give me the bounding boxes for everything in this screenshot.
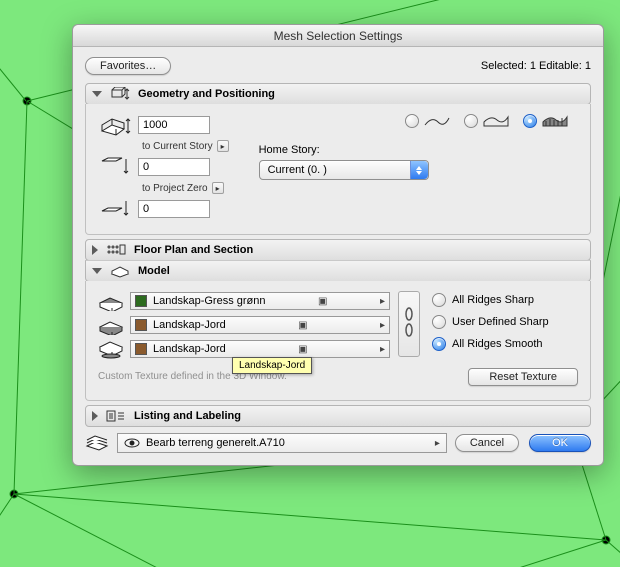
material-side-swatch bbox=[135, 319, 147, 331]
chain-icon bbox=[403, 304, 415, 344]
window-title: Mesh Selection Settings bbox=[73, 25, 603, 47]
layer-picker[interactable]: Bearb terreng generelt.A710 ▸ bbox=[117, 433, 447, 453]
material-top-name: Landskap-Gress grønn bbox=[153, 295, 266, 307]
mesh-height-input[interactable] bbox=[138, 116, 210, 134]
home-story-label: Home Story: bbox=[259, 144, 578, 156]
geometry-icon bbox=[110, 87, 130, 101]
section-listing-header[interactable]: Listing and Labeling bbox=[85, 405, 591, 427]
material-top-swatch bbox=[135, 295, 147, 307]
mesh-type-surface[interactable] bbox=[405, 114, 450, 128]
material-link-icon: ▣ bbox=[298, 344, 307, 355]
material-side-picker[interactable]: Landskap-Jord ▣ ▸ bbox=[130, 316, 390, 334]
to-project-zero-input[interactable] bbox=[138, 200, 210, 218]
ok-button[interactable]: OK bbox=[529, 434, 591, 452]
ridges-user-option[interactable]: User Defined Sharp bbox=[432, 315, 578, 329]
to-current-story-input[interactable] bbox=[138, 158, 210, 176]
section-geometry-title: Geometry and Positioning bbox=[138, 88, 275, 100]
layer-name: Bearb terreng generelt.A710 bbox=[146, 437, 285, 449]
material-row-bottom: Landskap-Jord ▣ ▸ bbox=[98, 339, 390, 359]
section-listing-title: Listing and Labeling bbox=[134, 410, 241, 422]
chevron-right-icon: ▸ bbox=[380, 344, 385, 355]
chevron-right-icon: ▸ bbox=[380, 296, 385, 307]
favorites-button[interactable]: Favorites… bbox=[85, 57, 171, 75]
floorplan-icon bbox=[106, 243, 126, 257]
material-bottom-picker[interactable]: Landskap-Jord ▣ ▸ bbox=[130, 340, 390, 358]
material-top-picker[interactable]: Landskap-Gress grønn ▣ ▸ bbox=[130, 292, 390, 310]
listing-icon bbox=[106, 409, 126, 423]
project-zero-popup-icon[interactable]: ▸ bbox=[212, 182, 224, 194]
bottom-row: Bearb terreng generelt.A710 ▸ Cancel OK bbox=[85, 433, 591, 453]
ridges-sharp-label: All Ridges Sharp bbox=[452, 294, 534, 306]
material-row-side: Landskap-Jord ▣ ▸ bbox=[98, 315, 390, 335]
model-icon bbox=[110, 264, 130, 278]
material-bottom-face-icon bbox=[98, 339, 124, 359]
material-side-name: Landskap-Jord bbox=[153, 319, 226, 331]
material-bottom-swatch bbox=[135, 343, 147, 355]
to-current-story-label: to Current Story bbox=[142, 141, 213, 152]
ridges-group: All Ridges Sharp User Defined Sharp All … bbox=[428, 291, 578, 351]
home-story-value: Current (0. ) bbox=[268, 164, 327, 176]
reset-texture-button[interactable]: Reset Texture bbox=[468, 368, 578, 386]
story-link-popup-icon[interactable]: ▸ bbox=[217, 140, 229, 152]
chevron-right-icon: ▸ bbox=[435, 438, 440, 449]
material-tooltip: Landskap-Jord bbox=[232, 357, 312, 374]
section-model-title: Model bbox=[138, 265, 170, 277]
material-bottom-name: Landskap-Jord bbox=[153, 343, 226, 355]
selection-status: Selected: 1 Editable: 1 bbox=[481, 60, 591, 72]
ridges-smooth-label: All Ridges Smooth bbox=[452, 338, 543, 350]
ridges-user-label: User Defined Sharp bbox=[452, 316, 549, 328]
mesh-height-icon bbox=[98, 114, 132, 136]
material-link-icon: ▣ bbox=[298, 320, 307, 331]
model-body: Landskap-Gress grønn ▣ ▸ bbox=[85, 281, 591, 401]
section-model-header[interactable]: Model bbox=[85, 260, 591, 282]
select-arrows-icon bbox=[410, 161, 428, 179]
layer-mesh-icon bbox=[85, 434, 109, 452]
window-content: Favorites… Selected: 1 Editable: 1 Geome… bbox=[73, 47, 603, 465]
home-story-select[interactable]: Current (0. ) bbox=[259, 160, 429, 180]
to-project-zero-icon bbox=[98, 198, 132, 220]
to-project-zero-label: to Project Zero bbox=[142, 183, 208, 194]
geometry-body: to Current Story ▸ to Project bbox=[85, 104, 591, 235]
disclosure-open-icon bbox=[92, 91, 102, 97]
disclosure-closed-icon bbox=[92, 245, 98, 255]
to-story-icon bbox=[98, 156, 132, 178]
material-chain-toggle[interactable] bbox=[398, 291, 420, 357]
material-link-icon: ▣ bbox=[318, 296, 327, 307]
material-side-face-icon bbox=[98, 315, 124, 335]
material-row-top: Landskap-Gress grønn ▣ ▸ bbox=[98, 291, 390, 311]
eye-icon bbox=[124, 437, 140, 449]
mesh-type-radio-row bbox=[259, 114, 578, 128]
mesh-type-solid[interactable] bbox=[523, 114, 568, 128]
chevron-right-icon: ▸ bbox=[380, 320, 385, 331]
material-list: Landskap-Gress grønn ▣ ▸ bbox=[98, 291, 390, 363]
disclosure-open-icon bbox=[92, 268, 102, 274]
ridges-sharp-option[interactable]: All Ridges Sharp bbox=[432, 293, 578, 307]
section-floorplan-header[interactable]: Floor Plan and Section bbox=[85, 239, 591, 261]
settings-window: Mesh Selection Settings Favorites… Selec… bbox=[72, 24, 604, 466]
material-top-face-icon bbox=[98, 291, 124, 311]
top-row: Favorites… Selected: 1 Editable: 1 bbox=[85, 57, 591, 75]
section-geometry-header[interactable]: Geometry and Positioning bbox=[85, 83, 591, 105]
cancel-button[interactable]: Cancel bbox=[455, 434, 519, 452]
section-floorplan-title: Floor Plan and Section bbox=[134, 244, 253, 256]
mesh-type-skirt[interactable] bbox=[464, 114, 509, 128]
ridges-smooth-option[interactable]: All Ridges Smooth bbox=[432, 337, 578, 351]
disclosure-closed-icon bbox=[92, 411, 98, 421]
